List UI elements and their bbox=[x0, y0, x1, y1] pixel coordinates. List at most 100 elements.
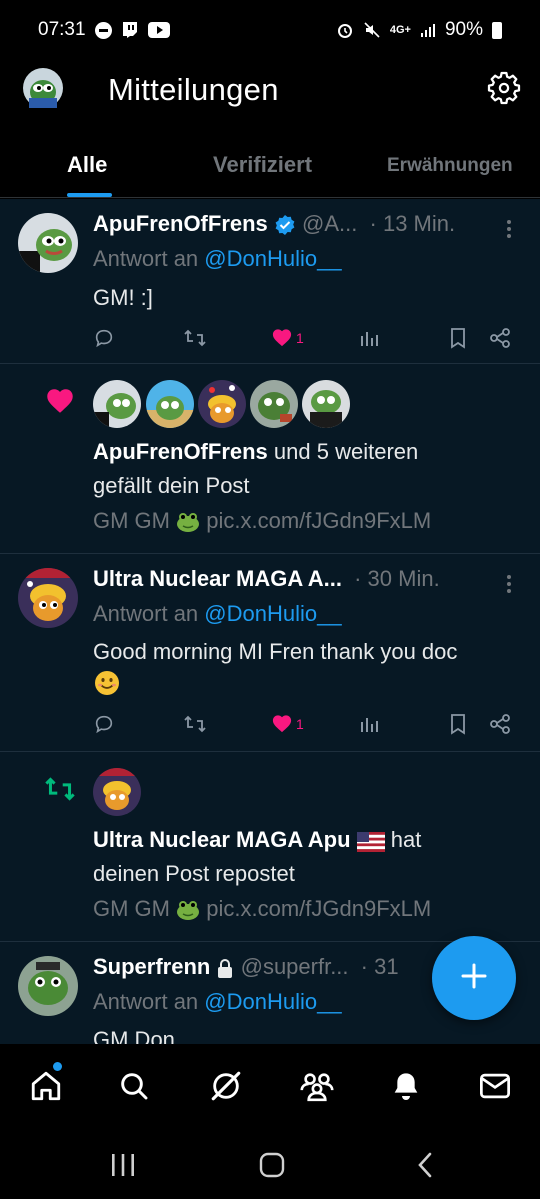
communities-icon[interactable] bbox=[297, 1066, 337, 1106]
plus-icon bbox=[459, 961, 489, 996]
bookmark-icon[interactable] bbox=[448, 709, 468, 739]
signal-icon bbox=[420, 22, 436, 38]
avatar[interactable] bbox=[93, 380, 141, 428]
compose-post-button[interactable] bbox=[432, 936, 516, 1020]
reply-to-link[interactable]: @DonHulio__ bbox=[204, 989, 341, 1014]
youtube-icon bbox=[147, 22, 170, 38]
post-preview-link: pic.x.com/fJGdn9FxLM bbox=[206, 896, 432, 921]
like-count: 1 bbox=[296, 330, 304, 346]
avatar[interactable] bbox=[198, 380, 246, 428]
post-preview-text: GM GM bbox=[93, 508, 170, 533]
share-icon[interactable] bbox=[489, 323, 511, 353]
status-bar: 07:31 4G+ 90% bbox=[0, 0, 540, 60]
notification-feed[interactable]: ApuFrenOfFrens @A... · 13 Min. Antwort a… bbox=[0, 199, 540, 1044]
reply-context: Antwort an @DonHulio__ bbox=[93, 601, 342, 627]
notification-like[interactable]: ApuFrenOfFrens und 5 weiteren gefällt de… bbox=[0, 364, 540, 554]
post-preview[interactable]: GM GM pic.x.com/fJGdn9FxLM bbox=[93, 508, 431, 534]
summary-line2: deinen Post repostet bbox=[93, 861, 295, 886]
more-options-icon[interactable] bbox=[502, 219, 516, 239]
bottom-navigation bbox=[0, 1044, 540, 1128]
heart-filled-icon bbox=[271, 713, 293, 736]
bookmark-icon[interactable] bbox=[448, 323, 468, 353]
summary-line2: gefällt dein Post bbox=[93, 473, 250, 498]
search-icon[interactable] bbox=[114, 1066, 154, 1106]
post-preview-text: GM GM bbox=[93, 896, 170, 921]
reply-to-link[interactable]: @DonHulio__ bbox=[204, 601, 341, 626]
home-circle-icon[interactable] bbox=[257, 1150, 287, 1180]
summary-text: hat bbox=[390, 827, 422, 852]
smiling-face-emoji-icon bbox=[93, 669, 121, 702]
timestamp: · 31 bbox=[360, 954, 399, 979]
recents-icon[interactable] bbox=[108, 1150, 138, 1180]
notification-reply[interactable]: ApuFrenOfFrens @A... · 13 Min. Antwort a… bbox=[0, 199, 540, 364]
views-icon[interactable] bbox=[358, 709, 380, 739]
actor-name[interactable]: ApuFrenOfFrens bbox=[93, 439, 268, 464]
views-icon[interactable] bbox=[358, 323, 380, 353]
summary-text: und 5 weiteren bbox=[273, 439, 419, 464]
reply-prefix: Antwort an bbox=[93, 601, 199, 626]
tab-verifiziert[interactable]: Verifiziert bbox=[213, 152, 312, 178]
battery-icon bbox=[492, 21, 502, 39]
action-bar: 1 bbox=[93, 709, 523, 739]
heart-filled-icon bbox=[271, 327, 293, 350]
avatar[interactable] bbox=[250, 380, 298, 428]
reply-icon[interactable] bbox=[93, 323, 115, 353]
reply-to-link[interactable]: @DonHulio__ bbox=[204, 246, 341, 271]
display-name[interactable]: Ultra Nuclear MAGA A... bbox=[93, 566, 342, 591]
heart-filled-icon bbox=[44, 386, 76, 419]
repost-icon[interactable] bbox=[183, 323, 207, 353]
timestamp: · 13 Min. bbox=[369, 211, 456, 236]
repost-icon bbox=[42, 774, 78, 809]
repost-icon[interactable] bbox=[183, 709, 207, 739]
actor-name[interactable]: Ultra Nuclear MAGA Apu bbox=[93, 827, 351, 852]
mute-icon bbox=[363, 21, 381, 39]
avatar[interactable] bbox=[18, 956, 78, 1016]
page-title: Mitteilungen bbox=[108, 72, 279, 107]
alarm-icon bbox=[336, 21, 354, 39]
display-name[interactable]: ApuFrenOfFrens bbox=[93, 211, 268, 236]
tab-erwaehnungen[interactable]: Erwähnungen bbox=[387, 155, 513, 177]
reply-header: ApuFrenOfFrens @A... · 13 Min. bbox=[93, 211, 455, 237]
reply-text: Good morning MI Fren thank you doc bbox=[93, 639, 458, 664]
post-preview-link: pic.x.com/fJGdn9FxLM bbox=[206, 508, 432, 533]
notifications-icon[interactable] bbox=[386, 1066, 426, 1106]
display-name[interactable]: Superfrenn bbox=[93, 954, 210, 979]
reply-header: Ultra Nuclear MAGA A... · 30 Min. bbox=[93, 566, 440, 592]
avatar[interactable] bbox=[146, 380, 194, 428]
like-button[interactable]: 1 bbox=[271, 323, 304, 353]
messages-icon[interactable] bbox=[475, 1066, 515, 1106]
more-options-icon[interactable] bbox=[502, 574, 516, 594]
reply-icon[interactable] bbox=[93, 709, 115, 739]
system-navigation bbox=[0, 1128, 540, 1199]
repost-summary: Ultra Nuclear MAGA Apu hat bbox=[93, 827, 421, 853]
notification-tabs: Alle Verifiziert Erwähnungen bbox=[0, 138, 540, 198]
grok-icon[interactable] bbox=[206, 1066, 246, 1106]
network-label: 4G+ bbox=[389, 24, 411, 36]
like-button[interactable]: 1 bbox=[271, 709, 304, 739]
like-summary: ApuFrenOfFrens und 5 weiteren bbox=[93, 439, 418, 465]
tab-alle[interactable]: Alle bbox=[67, 152, 107, 178]
settings-gear-icon[interactable] bbox=[486, 70, 522, 106]
home-unread-dot bbox=[53, 1062, 62, 1071]
avatar[interactable] bbox=[18, 213, 78, 273]
us-flag-icon bbox=[356, 827, 385, 852]
back-icon[interactable] bbox=[410, 1150, 440, 1180]
battery-percent: 90% bbox=[444, 19, 483, 40]
post-preview[interactable]: GM GM pic.x.com/fJGdn9FxLM bbox=[93, 896, 431, 922]
notification-reply[interactable]: Ultra Nuclear MAGA A... · 30 Min. Antwor… bbox=[0, 554, 540, 752]
profile-avatar[interactable] bbox=[23, 68, 63, 108]
timestamp: · 30 Min. bbox=[354, 566, 440, 591]
reply-header: Superfrenn @superfr... · 31 bbox=[93, 954, 399, 980]
avatar[interactable] bbox=[18, 568, 78, 628]
action-bar: 1 bbox=[93, 323, 523, 353]
reply-context: Antwort an @DonHulio__ bbox=[93, 246, 342, 272]
home-icon[interactable] bbox=[26, 1066, 66, 1106]
frog-emoji-icon bbox=[176, 896, 200, 921]
handle: @A... bbox=[302, 211, 358, 236]
reply-context: Antwort an @DonHulio__ bbox=[93, 989, 342, 1015]
handle: @superfr... bbox=[240, 954, 349, 979]
avatar[interactable] bbox=[93, 768, 141, 816]
share-icon[interactable] bbox=[489, 709, 511, 739]
notification-repost[interactable]: Ultra Nuclear MAGA Apu hat deinen Post r… bbox=[0, 752, 540, 942]
avatar[interactable] bbox=[302, 380, 350, 428]
